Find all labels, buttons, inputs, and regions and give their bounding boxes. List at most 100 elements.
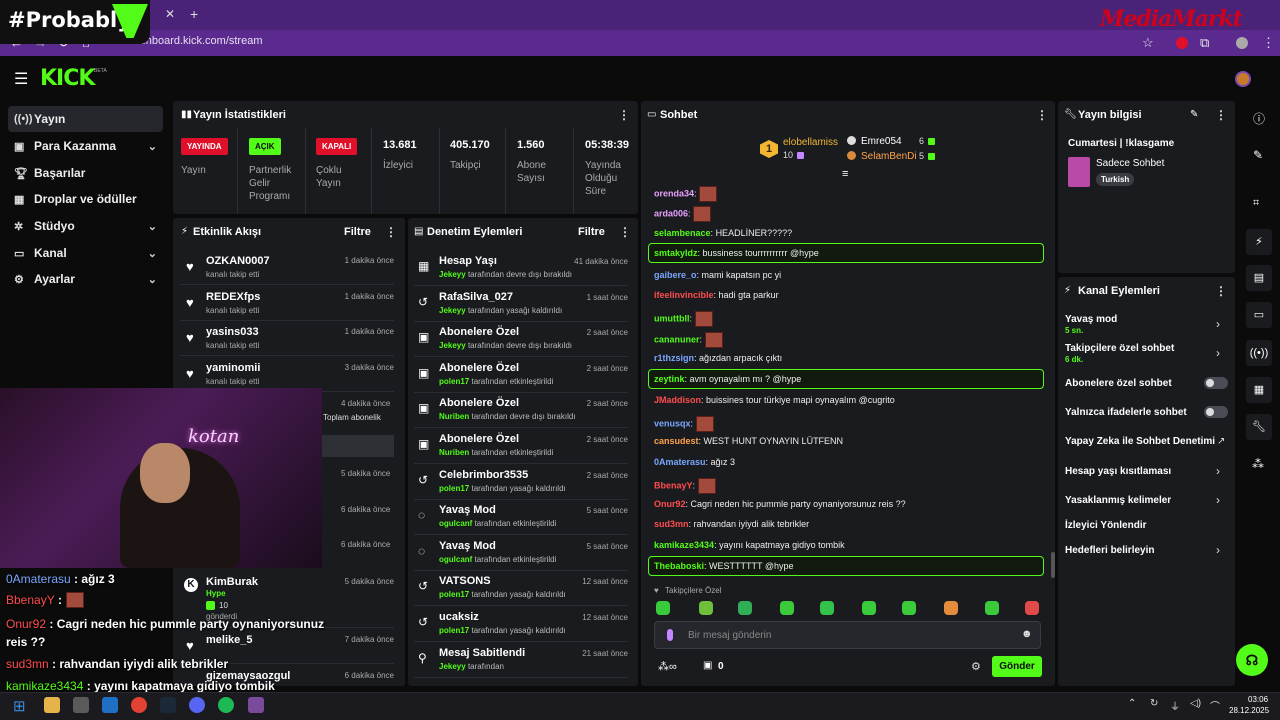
- chat-message[interactable]: venusqx:: [654, 416, 714, 432]
- moderation-row[interactable]: ↺ VATSONS polen17 tarafından yasağı kaldır…: [414, 571, 628, 607]
- chat-message[interactable]: arda006:: [654, 206, 712, 222]
- app-icon[interactable]: [248, 697, 264, 713]
- outlook-icon[interactable]: [102, 697, 118, 713]
- moderation-row[interactable]: ▣ Abonelere Özel Nuriben tarafından etkinl…: [414, 429, 628, 464]
- chat-message[interactable]: cananuner:: [654, 332, 723, 348]
- chat-username[interactable]: r1thzsign: [654, 353, 694, 363]
- chat-panel-button[interactable]: ▭: [1246, 302, 1272, 328]
- chat-message[interactable]: kamikaze3434: yayını kapatmaya gidiyo to…: [654, 540, 845, 550]
- chat-username[interactable]: sud3mn: [654, 519, 689, 529]
- emote-button[interactable]: [738, 601, 752, 615]
- sidebar-item-studyo[interactable]: ✲ Stüdyo ⌄: [8, 213, 163, 239]
- external-link-icon[interactable]: ↗: [1217, 436, 1225, 447]
- emote-only-toggle[interactable]: [1204, 406, 1228, 418]
- emote-button[interactable]: [780, 601, 794, 615]
- slow-mode-action[interactable]: Yavaş mod 5 sn.: [1065, 314, 1117, 335]
- chat-scrollbar[interactable]: [1051, 552, 1055, 578]
- add-panel-icon[interactable]: ⁂: [1252, 457, 1264, 471]
- bookmark-star-icon[interactable]: ☆: [1142, 35, 1154, 51]
- chat-username[interactable]: BbenayY: [654, 480, 693, 490]
- windows-start-icon[interactable]: ⊞: [13, 697, 26, 715]
- info-icon[interactable]: ⓘ: [1253, 110, 1265, 127]
- chevron-right-icon[interactable]: ›: [1216, 493, 1220, 507]
- chat-message[interactable]: cansudest: WEST HUNT OYNAYIN LÜTFENN: [654, 436, 843, 446]
- network-icon[interactable]: ⌒: [1210, 698, 1220, 713]
- chat-username[interactable]: zeytink: [654, 374, 685, 384]
- user-avatar[interactable]: [1235, 71, 1251, 87]
- emote-button[interactable]: [1025, 601, 1039, 615]
- subscribers-only-toggle[interactable]: [1204, 377, 1228, 389]
- chat-username[interactable]: 0Amaterasu: [654, 457, 706, 467]
- chat-message[interactable]: r1thzsign: ağızdan arpacık çıktı: [654, 353, 782, 363]
- volume-icon[interactable]: ◁): [1190, 698, 1201, 709]
- more-options-icon[interactable]: ⋮: [1036, 108, 1048, 122]
- emote-button[interactable]: [862, 601, 876, 615]
- chat-message[interactable]: gaibere_o: mami kapatsın pc yi: [654, 270, 781, 280]
- steam-icon[interactable]: [160, 697, 176, 713]
- bolt-panel-button[interactable]: ⚡︎: [1246, 229, 1272, 255]
- chat-username[interactable]: JMaddison: [654, 395, 701, 405]
- top-gifter-name[interactable]: elobellamiss: [783, 137, 838, 148]
- chat-username[interactable]: kamikaze3434: [654, 540, 714, 550]
- spotify-icon[interactable]: [218, 697, 234, 713]
- file-explorer-icon[interactable]: [44, 697, 60, 713]
- emote-button[interactable]: [902, 601, 916, 615]
- more-options-icon[interactable]: ⋮: [1215, 284, 1227, 298]
- activity-row[interactable]: ♥ yasins033 kanalı takip etti 1 dakika önce: [180, 322, 394, 356]
- chat-username[interactable]: gaibere_o: [654, 270, 697, 280]
- moderation-row[interactable]: ▣ Abonelere Özel polen17 tarafından etkinl…: [414, 358, 628, 393]
- moderation-row[interactable]: ↺ Celebrimbor3535 polen17 tarafından yasağ…: [414, 465, 628, 500]
- chat-message[interactable]: 0Amaterasu: ağız 3: [654, 457, 735, 467]
- support-icon[interactable]: ☊: [1236, 644, 1268, 676]
- moderation-row[interactable]: ↺ RafaSilva_027 Jekeyy tarafından yasağı k…: [414, 287, 628, 322]
- chat-message[interactable]: smtakyldz: bussiness tourrrrrrrrrr @hype: [654, 248, 819, 258]
- tag-badge[interactable]: Turkish: [1096, 173, 1135, 186]
- chat-username[interactable]: venusqx: [654, 418, 691, 428]
- moderation-row[interactable]: ↺ ucaksiz polen17 tarafından yasağı kaldır…: [414, 607, 628, 642]
- chevron-right-icon[interactable]: ›: [1216, 317, 1220, 331]
- chat-username[interactable]: cansudest: [654, 436, 699, 446]
- chat-message[interactable]: Onur92: Cagri neden hic pummle party oyn…: [654, 499, 906, 509]
- ai-moderation-action[interactable]: Yapay Zeka ile Sohbet Denetimi: [1065, 436, 1215, 447]
- mic-icon[interactable]: [667, 629, 673, 641]
- chat-username[interactable]: Thebaboski: [654, 561, 704, 571]
- chat-message[interactable]: JMaddison: buissines tour türkiye mapi o…: [654, 395, 895, 405]
- chat-message[interactable]: ifeelinvincible: hadi gta parkur: [654, 290, 779, 300]
- tray-chevron-icon[interactable]: ⌃: [1128, 698, 1136, 709]
- chevron-right-icon[interactable]: ›: [1216, 543, 1220, 557]
- gift-box-icon[interactable]: ▣: [703, 660, 712, 671]
- more-options-icon[interactable]: ⋮: [619, 225, 631, 239]
- send-button[interactable]: Gönder: [992, 656, 1042, 677]
- activity-row[interactable]: ♥ yaminomii kanalı takip etti 3 dakika önce: [180, 358, 394, 392]
- chat-username[interactable]: arda006: [654, 208, 688, 218]
- new-tab-icon[interactable]: +: [190, 6, 198, 22]
- banned-words-action[interactable]: Yasaklanmış kelimeler: [1065, 495, 1171, 506]
- layout-panel-button[interactable]: ▦: [1246, 377, 1272, 403]
- sidebar-item-basarilar[interactable]: 🏆︎ Başarılar: [8, 160, 163, 186]
- edit-icon[interactable]: ✎: [1190, 109, 1198, 120]
- chat-username[interactable]: cananuner: [654, 334, 700, 344]
- host-action[interactable]: İzleyici Yönlendir: [1065, 520, 1147, 531]
- moderation-row[interactable]: ◌ Yavaş Mod ogulcanf tarafından etkinleşti…: [414, 500, 628, 536]
- chat-username[interactable]: smtakyldz: [654, 248, 698, 258]
- chat-username[interactable]: ifeelinvincible: [654, 290, 714, 300]
- emoji-icon[interactable]: ☻: [1021, 628, 1033, 640]
- store-icon[interactable]: [73, 697, 89, 713]
- followers-only-action[interactable]: Takipçilere özel sohbet 6 dk.: [1065, 343, 1174, 364]
- chevron-right-icon[interactable]: ›: [1216, 464, 1220, 478]
- wrench-panel-button[interactable]: 🔧︎: [1246, 414, 1272, 440]
- chat-settings-icon[interactable]: ⚙: [971, 660, 981, 673]
- expand-icon[interactable]: ≡: [842, 168, 848, 180]
- more-options-icon[interactable]: ⋮: [618, 108, 630, 122]
- emote-button[interactable]: [944, 601, 958, 615]
- moderation-row[interactable]: ▦ Hesap Yaşı Jekeyy tarafından devre dışı …: [414, 251, 628, 286]
- chat-username[interactable]: Onur92: [654, 499, 686, 509]
- moderation-row[interactable]: ▣ Abonelere Özel Jekeyy tarafından devre d…: [414, 322, 628, 358]
- profile-icon[interactable]: [1236, 37, 1248, 49]
- extension-icon[interactable]: [1176, 37, 1188, 49]
- chat-message[interactable]: zeytink: avm oynayalım mı ? @hype: [654, 374, 801, 384]
- chat-username[interactable]: orenda34: [654, 188, 694, 198]
- discord-icon[interactable]: [189, 697, 205, 713]
- activity-row[interactable]: ♥ REDEXfps kanalı takip etti 1 dakika önce: [180, 287, 394, 321]
- document-panel-button[interactable]: ▤: [1246, 265, 1272, 291]
